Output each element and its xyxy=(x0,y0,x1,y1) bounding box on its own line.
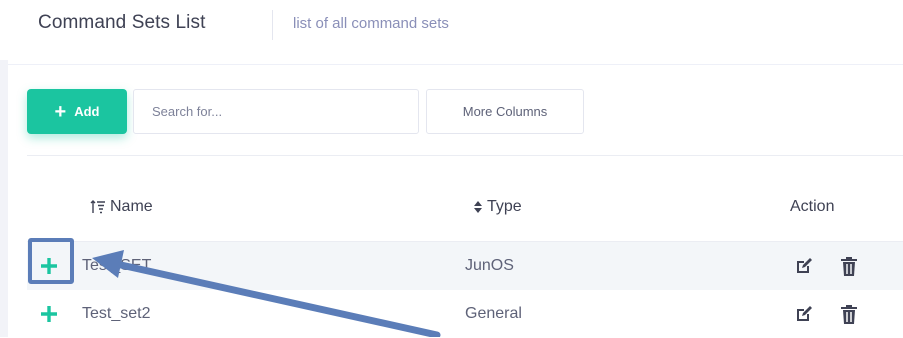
trash-icon[interactable] xyxy=(839,303,859,325)
row-type: General xyxy=(465,305,522,322)
more-columns-label: More Columns xyxy=(462,104,548,119)
row-name: Test_SET xyxy=(82,257,152,274)
search-input[interactable] xyxy=(133,89,419,134)
plus-icon[interactable] xyxy=(39,256,59,276)
edit-icon[interactable] xyxy=(794,256,814,276)
column-header-action: Action xyxy=(790,198,834,216)
trash-icon[interactable] xyxy=(839,255,859,277)
column-header-action-label: Action xyxy=(790,198,835,215)
more-columns-button[interactable]: More Columns xyxy=(426,89,584,134)
page-title: Command Sets List xyxy=(38,12,206,33)
header-divider xyxy=(272,10,273,40)
plus-icon: + xyxy=(54,100,67,123)
page-subtitle: list of all command sets xyxy=(293,15,449,32)
sort-ascending-icon xyxy=(90,200,105,214)
row-type: JunOS xyxy=(465,257,514,274)
row-name: Test_set2 xyxy=(82,305,151,322)
page-header: Command Sets List list of all command se… xyxy=(0,0,903,60)
column-header-name[interactable]: Name xyxy=(90,198,153,216)
sort-icon xyxy=(474,201,482,213)
column-header-type-label: Type xyxy=(487,198,522,215)
table-row: Test_SET JunOS xyxy=(27,241,903,290)
column-header-type[interactable]: Type xyxy=(473,198,522,216)
toolbar-divider xyxy=(27,155,903,156)
plus-icon[interactable] xyxy=(39,304,59,324)
add-button-label: Add xyxy=(74,104,100,119)
add-button[interactable]: + Add xyxy=(27,89,127,134)
page-background-strip xyxy=(0,60,8,337)
column-header-name-label: Name xyxy=(110,198,153,215)
edit-icon[interactable] xyxy=(794,304,814,324)
table-row: Test_set2 General xyxy=(27,290,903,338)
